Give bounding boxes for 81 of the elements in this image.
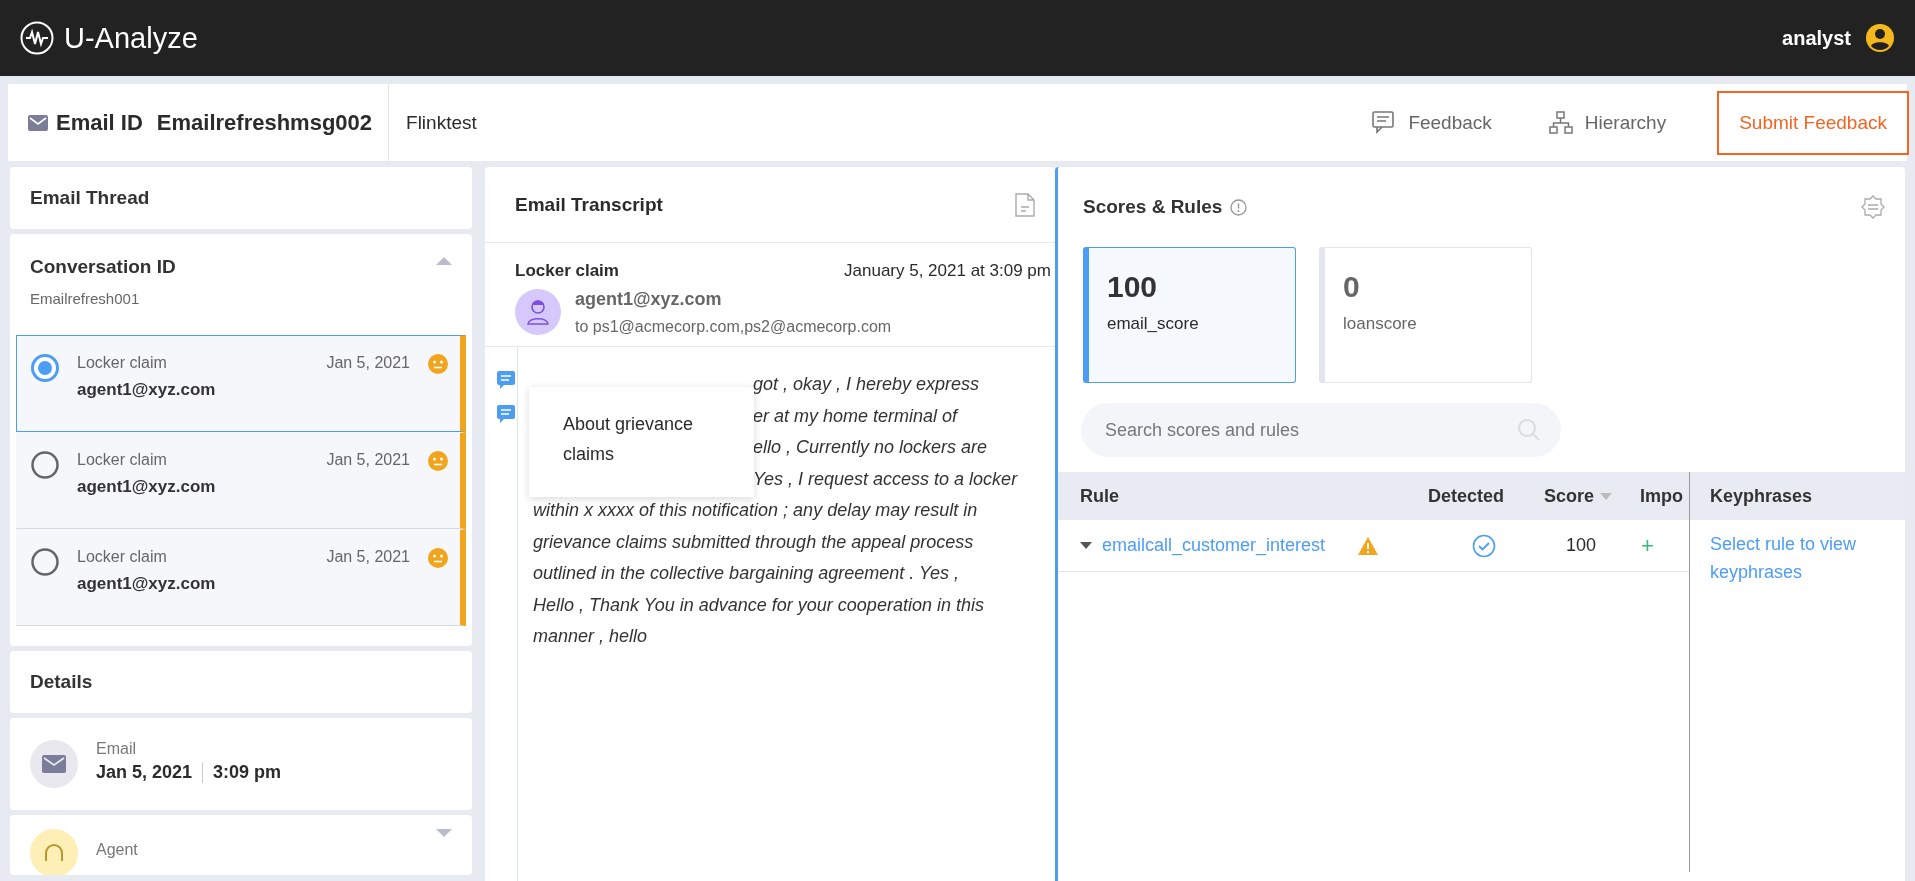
message-date: Jan 5, 2021 <box>326 548 410 566</box>
detail-label: Email <box>96 740 137 758</box>
expand-icon[interactable] <box>436 829 452 838</box>
panel-title: Details <box>29 670 94 694</box>
tenant-name: Flinktest <box>405 111 478 134</box>
radio-button[interactable] <box>31 354 59 382</box>
score-name: loanscore <box>1343 314 1418 334</box>
score-value: 0 <box>1343 270 1361 304</box>
message-sender: agent1@xyz.com <box>77 477 217 497</box>
score-value: 100 <box>1107 270 1159 304</box>
column-header[interactable]: Rule <box>1080 485 1119 507</box>
expand-caret-icon[interactable] <box>1080 542 1092 549</box>
bell-icon <box>30 829 78 875</box>
transcript-line: Yes , I request access to a locker <box>753 467 1018 491</box>
logo-icon <box>20 21 54 55</box>
email-id-label: Email ID <box>56 109 143 136</box>
column-header[interactable]: Score <box>1544 485 1595 507</box>
transcript-line: manner , hello <box>533 625 648 648</box>
transcript-line: Hello , Thank You in advance for your cooperation in this <box>533 593 984 617</box>
message-date: Jan 5, 2021 <box>326 451 410 469</box>
transcript-line: got , okay , I hereby express <box>753 373 980 396</box>
document-icon[interactable] <box>1015 192 1035 217</box>
user-name: analyst <box>1782 26 1851 50</box>
comment-popup: About grievance claims <box>529 387 754 497</box>
detail-date: Jan 5, 2021 <box>96 762 193 783</box>
panel-title: Email Thread <box>29 186 151 210</box>
comment-icon[interactable] <box>497 371 515 389</box>
search-icon <box>1517 418 1541 442</box>
comment-icon[interactable] <box>497 405 515 423</box>
transcript-line: grievance claims submitted through the appeal process <box>533 530 974 554</box>
conversation-id: Emailrefresh001 <box>30 290 141 307</box>
chat-icon <box>1372 111 1397 134</box>
email-recipients: to ps1@acmecorp.com,ps2@acmecorp.com <box>575 318 892 336</box>
search-field[interactable]: Search scores and rules <box>1081 403 1561 457</box>
user-avatar-icon[interactable] <box>1865 23 1895 53</box>
message-sender: agent1@xyz.com <box>77 574 217 594</box>
detail-time: 3:09 pm <box>202 762 282 783</box>
radio-button[interactable] <box>31 451 59 479</box>
mail-icon <box>28 114 48 131</box>
neutral-face-icon <box>428 354 448 374</box>
panel-title: Scores & Rules <box>1083 196 1223 218</box>
neutral-face-icon <box>428 548 448 568</box>
settings-icon[interactable] <box>1861 195 1885 219</box>
collapse-icon[interactable] <box>436 256 452 265</box>
score-card[interactable]: 100 email_score <box>1083 247 1296 383</box>
header-action[interactable]: Feedback <box>1366 110 1498 135</box>
header-action[interactable]: Hierarchy <box>1542 110 1673 135</box>
conversation-label: Conversation ID <box>30 256 176 278</box>
mail-icon <box>30 740 78 788</box>
person-avatar-icon <box>515 289 561 335</box>
detail-label: Agent <box>96 841 138 859</box>
score-name: email_score <box>1107 314 1200 334</box>
transcript-line: within x xxxx of this notification ; any delay may result in <box>533 499 978 522</box>
message-subject: Locker claim <box>77 354 167 372</box>
message-sender: agent1@xyz.com <box>77 380 217 400</box>
thread-item[interactable]: Locker claim Jan 5, 2021 agent1@xyz.com <box>16 432 466 529</box>
panel-title: Email Transcript <box>515 193 663 216</box>
column-header: Keyphrases <box>1690 472 1905 520</box>
message-subject: Locker claim <box>77 548 167 566</box>
thread-item[interactable]: Locker claim Jan 5, 2021 agent1@xyz.com <box>16 335 466 432</box>
impact-cell: + <box>1640 532 1654 559</box>
neutral-face-icon <box>428 451 448 471</box>
score-cell-text: 100 <box>1565 535 1597 556</box>
radio-button[interactable] <box>31 548 59 576</box>
score-card[interactable]: 0 loanscore <box>1319 247 1532 383</box>
message-date: Jan 5, 2021 <box>326 354 410 372</box>
email-id-value: Emailrefreshmsg002 <box>156 109 373 136</box>
column-header[interactable]: Impo <box>1640 485 1683 507</box>
thread-item[interactable]: Locker claim Jan 5, 2021 agent1@xyz.com <box>16 529 466 626</box>
transcript-line: ello , Currently no lockers are <box>753 436 988 459</box>
app-name: U-Analyze <box>64 21 198 55</box>
email-subject: Locker claim <box>515 261 619 281</box>
sort-caret-icon[interactable] <box>1600 492 1613 500</box>
transcript-line: er at my home terminal of <box>753 404 958 428</box>
email-datetime: January 5, 2021 at 3:09 pm <box>844 261 1051 281</box>
email-sender: agent1@xyz.com <box>575 289 723 310</box>
info-icon <box>1230 198 1248 216</box>
column-header[interactable]: Detected <box>1428 485 1505 507</box>
hierarchy-icon <box>1548 111 1573 134</box>
message-subject: Locker claim <box>77 451 167 469</box>
transcript-line: outlined in the collective bargaining agreement . Yes , <box>533 562 959 585</box>
